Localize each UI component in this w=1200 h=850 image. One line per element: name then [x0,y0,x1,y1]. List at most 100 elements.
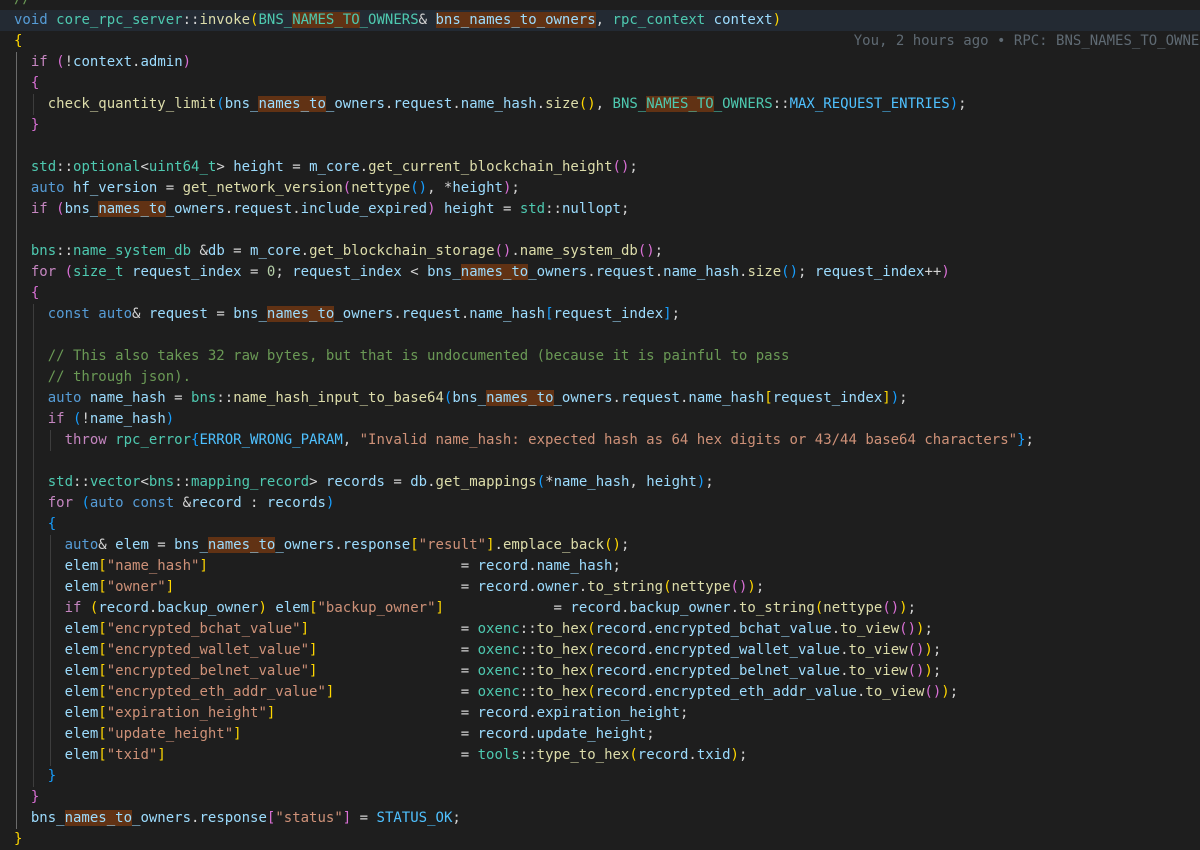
code-line[interactable]: elem["encrypted_belnet_value"] = oxenc::… [0,661,1200,682]
code-token: ) [182,54,192,70]
code-token: names_to [98,201,166,217]
code-token: ) [747,579,756,595]
code-line[interactable]: bns::name_system_db &db = m_core.get_blo… [0,241,1200,262]
code-line[interactable]: for (size_t request_index = 0; request_i… [0,262,1200,283]
code-token: "txid" [106,747,158,763]
code-token: () [730,579,748,595]
code-token: get_blockchain_storage [309,243,495,259]
code-text: for (size_t request_index = 0; request_i… [14,262,950,283]
code-token: ] [486,537,495,553]
code-line[interactable]: // This also takes 32 raw bytes, but tha… [0,346,1200,367]
code-line[interactable]: if (record.backup_owner) elem["backup_ow… [0,598,1200,619]
code-token: db [207,243,225,259]
code-token: rpc_error [115,432,192,448]
code-token: [ [98,684,107,700]
code-line[interactable]: } [0,115,1200,136]
code-token: () [637,243,655,259]
code-line[interactable]: elem["encrypted_bchat_value"] = oxenc::t… [0,619,1200,640]
code-line[interactable] [0,220,1200,241]
code-line[interactable]: } [0,787,1200,808]
code-line[interactable]: } [0,829,1200,850]
code-token: ; [924,621,933,637]
code-line[interactable] [0,136,1200,157]
code-token: . [646,621,655,637]
code-token: record [570,600,621,616]
code-line[interactable]: if (bns_names_to_owners.request.include_… [0,199,1200,220]
code-line[interactable]: { [0,514,1200,535]
code-text: throw rpc_error{ERROR_WRONG_PARAM, "Inva… [14,430,1034,451]
code-line[interactable]: } [0,766,1200,787]
code-token: expiration_height [536,705,680,721]
code-text: { [14,73,39,94]
code-line[interactable] [0,325,1200,346]
code-token: . [393,306,402,322]
code-line[interactable]: elem["update_height"] = record.update_he… [0,724,1200,745]
code-token: : [241,495,267,511]
code-line[interactable]: throw rpc_error{ERROR_WRONG_PARAM, "Inva… [0,430,1200,451]
code-token: ] [342,810,352,826]
code-line[interactable]: if (!name_hash) [0,409,1200,430]
code-token: // [14,0,31,7]
code-token: // through json). [14,369,192,385]
code-token: ] [435,600,444,616]
code-text: { [14,283,39,304]
code-line[interactable]: const auto& request = bns_names_to_owner… [0,304,1200,325]
code-token: ; [671,306,680,322]
code-token: , * [427,180,453,196]
code-token: ( [342,180,352,196]
code-token: ERROR_WRONG_PARAM [199,432,343,448]
code-line[interactable]: { [0,283,1200,304]
code-line[interactable]: std::optional<uint64_t> height = m_core.… [0,157,1200,178]
code-line[interactable]: auto& elem = bns_names_to_owners.respons… [0,535,1200,556]
code-token: record [477,579,529,595]
code-token: ; [621,201,630,217]
code-token: rpc_context [612,12,714,28]
code-line[interactable]: check_quantity_limit(bns_names_to_owners… [0,94,1200,115]
code-token: [ [98,663,107,679]
code-token: . [292,201,301,217]
code-text: elem["encrypted_eth_addr_value"] = oxenc… [14,682,959,703]
code-token: "update_height" [106,726,234,742]
code-token: [ [98,642,107,658]
code-line[interactable]: elem["owner"] = record.owner.to_string(n… [0,577,1200,598]
code-line[interactable]: bns_names_to_owners.response["status"] =… [0,808,1200,829]
code-line[interactable]: void core_rpc_server::invoke(BNS_NAMES_T… [0,10,1200,49]
code-token: "encrypted_wallet_value" [106,642,310,658]
code-token: elem [64,579,99,595]
code-token: height [646,474,697,490]
code-line[interactable]: auto hf_version = get_network_version(ne… [0,178,1200,199]
code-token: :: [545,201,562,217]
code-line[interactable]: // through json). [0,367,1200,388]
code-token: backup_owner [629,600,731,616]
code-line[interactable]: elem["name_hash"] = record.name_hash; [0,556,1200,577]
code-token: ; [629,159,638,175]
code-token: . [654,264,664,280]
code-line[interactable]: elem["expiration_height"] = record.expir… [0,703,1200,724]
code-token: ) [924,642,933,658]
code-line[interactable] [0,451,1200,472]
code-line[interactable]: elem["txid"] = tools::type_to_hex(record… [0,745,1200,766]
code-line[interactable]: for (auto const &record : records) [0,493,1200,514]
code-token: backup_owner [157,600,259,616]
code-token: > [216,159,234,175]
code-line[interactable]: // [0,0,1200,10]
code-line[interactable]: { [0,73,1200,94]
code-token: request_index [132,264,242,280]
code-line[interactable]: std::vector<bns::mapping_record> records… [0,472,1200,493]
code-text: if (record.backup_owner) elem["backup_ow… [14,598,916,619]
code-line[interactable]: auto name_hash = bns::name_hash_input_to… [0,388,1200,409]
code-line[interactable]: elem["encrypted_wallet_value"] = oxenc::… [0,640,1200,661]
code-editor[interactable]: //void core_rpc_server::invoke(BNS_NAMES… [0,0,1200,850]
code-token: { [30,285,40,301]
code-line[interactable]: elem["encrypted_eth_addr_value"] = oxenc… [0,682,1200,703]
code-line[interactable]: { [0,31,1200,52]
code-token: _owners [528,264,588,280]
code-line[interactable]: if (!context.admin) [0,52,1200,73]
